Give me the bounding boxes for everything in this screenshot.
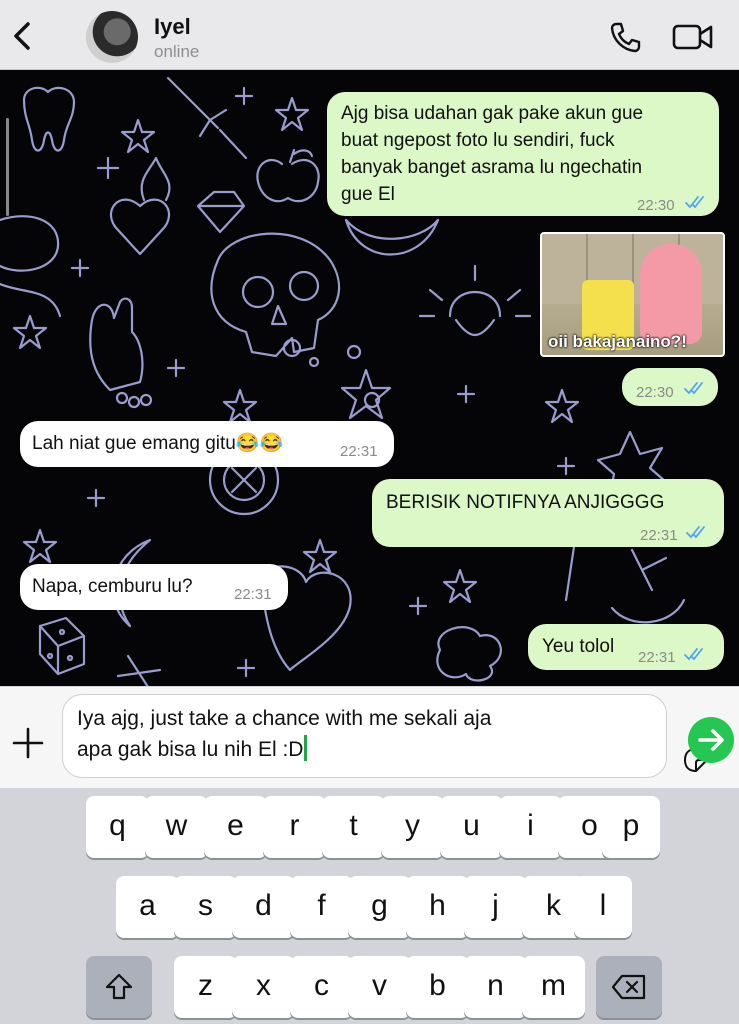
key-q[interactable]: q — [86, 796, 149, 858]
on-screen-keyboard: q w e r t y u i o p a s d f g h j k l z … — [0, 788, 739, 1024]
key-y[interactable]: y — [381, 796, 444, 858]
outgoing-message-bubble[interactable]: Ajg bisa udahan gak pake akun gue buat n… — [327, 92, 719, 216]
key-z[interactable]: z — [174, 956, 237, 1018]
back-chevron-icon[interactable] — [8, 18, 36, 54]
key-c[interactable]: c — [290, 956, 353, 1018]
message-text-line: gue El — [341, 184, 395, 205]
message-input-line: apa gak bisa lu nih El :D — [77, 738, 304, 761]
backspace-key[interactable] — [596, 956, 662, 1018]
message-text: Lah niat gue emang gitu😂😂 — [32, 433, 284, 454]
scroll-indicator[interactable] — [6, 118, 9, 216]
key-a[interactable]: a — [116, 876, 179, 938]
outgoing-message-bubble[interactable]: BERISIK NOTIFNYA ANJIGGGG 22:31 — [372, 479, 724, 547]
message-text-line: Ajg bisa udahan gak pake akun gue — [341, 103, 644, 124]
key-w[interactable]: w — [145, 796, 208, 858]
message-timestamp: 22:31 — [234, 586, 272, 603]
key-n[interactable]: n — [464, 956, 527, 1018]
sticker-caption: oii bakajanaino?! — [548, 332, 687, 351]
read-double-check-icon — [686, 526, 705, 539]
incoming-message-bubble[interactable]: Lah niat gue emang gitu😂😂 22:31 — [20, 421, 394, 467]
message-input-line: Iya ajg, just take a chance with me seka… — [77, 707, 492, 730]
send-button[interactable] — [688, 717, 734, 763]
key-e[interactable]: e — [204, 796, 267, 858]
key-l[interactable]: l — [574, 876, 632, 938]
incoming-message-bubble[interactable]: Napa, cemburu lu? 22:31 — [20, 564, 288, 610]
contact-avatar[interactable] — [86, 11, 138, 63]
key-s[interactable]: s — [174, 876, 237, 938]
message-timestamp: 22:31 — [640, 527, 678, 544]
key-u[interactable]: u — [440, 796, 503, 858]
key-b[interactable]: b — [406, 956, 469, 1018]
message-timestamp: 22:31 — [638, 649, 676, 666]
message-text: BERISIK NOTIFNYA ANJIGGGG — [386, 492, 665, 513]
key-p[interactable]: p — [602, 796, 660, 858]
read-double-check-icon — [684, 648, 703, 661]
contact-status: online — [154, 42, 200, 61]
backspace-icon — [612, 974, 646, 1000]
text-caret — [304, 735, 308, 761]
key-d[interactable]: d — [232, 876, 295, 938]
read-double-check-icon — [685, 196, 704, 209]
sticker-time-bubble[interactable]: 22:30 — [622, 368, 718, 406]
message-input-text: Iya ajg, just take a chance with me seka… — [77, 703, 617, 765]
message-timestamp: 22:30 — [637, 197, 675, 214]
message-text-line: buat ngepost foto lu sendiri, fuck — [341, 130, 615, 151]
message-timestamp: 22:31 — [340, 443, 378, 460]
message-input-line-with-caret: apa gak bisa lu nih El :D — [77, 734, 617, 765]
shift-key[interactable] — [86, 956, 152, 1018]
send-arrow-icon — [698, 729, 724, 751]
message-text-line: banyak banget asrama lu ngechatin — [341, 157, 643, 178]
phone-call-icon[interactable] — [608, 20, 642, 54]
key-j[interactable]: j — [464, 876, 527, 938]
chat-header: Iyel online — [0, 0, 739, 70]
starfish-figure — [640, 244, 702, 344]
key-g[interactable]: g — [348, 876, 411, 938]
chat-message-area[interactable]: Ajg bisa udahan gak pake akun gue buat n… — [0, 70, 739, 686]
key-m[interactable]: m — [522, 956, 585, 1018]
key-t[interactable]: t — [322, 796, 385, 858]
attach-plus-icon[interactable] — [12, 727, 44, 759]
key-i[interactable]: i — [499, 796, 562, 858]
message-input[interactable]: Iya ajg, just take a chance with me seka… — [62, 694, 708, 778]
key-r[interactable]: r — [263, 796, 326, 858]
message-text: Yeu tolol — [542, 636, 615, 657]
sticker-image[interactable]: oii bakajanaino?! — [540, 232, 725, 357]
read-double-check-icon — [684, 382, 703, 395]
video-call-icon[interactable] — [672, 22, 714, 52]
key-x[interactable]: x — [232, 956, 295, 1018]
outgoing-message-bubble[interactable]: Yeu tolol 22:31 — [528, 624, 724, 670]
message-composer-bar: Iya ajg, just take a chance with me seka… — [0, 686, 739, 788]
key-v[interactable]: v — [348, 956, 411, 1018]
contact-name[interactable]: Iyel — [154, 14, 191, 40]
message-text: Napa, cemburu lu? — [32, 576, 193, 597]
shift-arrow-icon — [105, 973, 133, 1000]
key-f[interactable]: f — [290, 876, 353, 938]
message-timestamp: 22:30 — [636, 384, 674, 401]
key-h[interactable]: h — [406, 876, 469, 938]
